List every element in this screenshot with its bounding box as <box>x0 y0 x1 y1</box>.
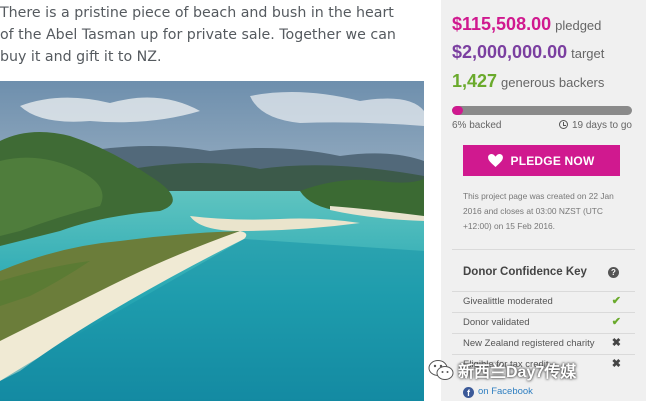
days-remaining-label: 19 days to go <box>571 120 632 131</box>
help-icon[interactable]: ? <box>608 267 619 278</box>
facebook-label: on Facebook <box>478 386 533 397</box>
confidence-row-charity: New Zealand registered charity ✖ <box>452 333 635 354</box>
target-amount: $2,000,000.00 <box>452 42 568 62</box>
campaign-description: There is a pristine piece of beach and b… <box>0 2 425 68</box>
description-line: buy it and gift it to NZ. <box>0 49 162 65</box>
target-label: target <box>571 46 605 61</box>
pledged-amount: $115,508.00 <box>452 14 552 34</box>
days-remaining: 19 days to go <box>558 120 632 131</box>
heart-icon <box>488 154 504 167</box>
confidence-label: Givealittle moderated <box>463 296 553 307</box>
cross-icon: ✖ <box>611 337 621 349</box>
pledge-now-button[interactable]: PLEDGE NOW <box>463 145 620 176</box>
backers-label: generous backers <box>501 75 605 90</box>
confidence-row-validated: Donor validated ✔ <box>452 312 635 333</box>
pledge-now-label: PLEDGE NOW <box>510 153 595 168</box>
campaign-sidebar: $115,508.00 pledged $2,000,000.00 target 1… <box>441 0 646 401</box>
backers-count: 1,427 <box>452 71 498 91</box>
check-icon: ✔ <box>611 295 621 307</box>
description-line: of the Abel Tasman up for private sale. … <box>0 27 396 43</box>
watermark: 新西兰Day7传媒 <box>428 356 646 384</box>
confidence-label: New Zealand registered charity <box>463 338 595 349</box>
pledged-stat: $115,508.00 pledged <box>452 14 601 35</box>
funding-progress-fill <box>452 106 463 115</box>
facebook-link[interactable]: f on Facebook <box>463 386 533 398</box>
wechat-icon <box>428 360 454 380</box>
check-icon: ✔ <box>611 316 621 328</box>
watermark-text: 新西兰Day7传媒 <box>458 364 577 381</box>
facebook-icon: f <box>463 387 474 398</box>
donor-confidence-title: Donor Confidence Key <box>463 266 587 278</box>
confidence-row-moderated: Givealittle moderated ✔ <box>452 291 635 312</box>
confidence-label: Donor validated <box>463 317 530 328</box>
project-dates-info: This project page was created on 22 Jan … <box>463 191 614 231</box>
beach-landscape-image <box>0 81 424 401</box>
funding-progress-bar <box>452 106 632 115</box>
description-line: There is a pristine piece of beach and b… <box>0 5 394 21</box>
target-stat: $2,000,000.00 target <box>452 42 604 63</box>
pledged-label: pledged <box>555 18 602 33</box>
divider <box>452 249 635 250</box>
backers-stat: 1,427 generous backers <box>452 71 604 92</box>
clock-icon <box>558 120 568 129</box>
backed-percent: 6% backed <box>452 120 502 131</box>
campaign-content: There is a pristine piece of beach and b… <box>0 0 438 401</box>
